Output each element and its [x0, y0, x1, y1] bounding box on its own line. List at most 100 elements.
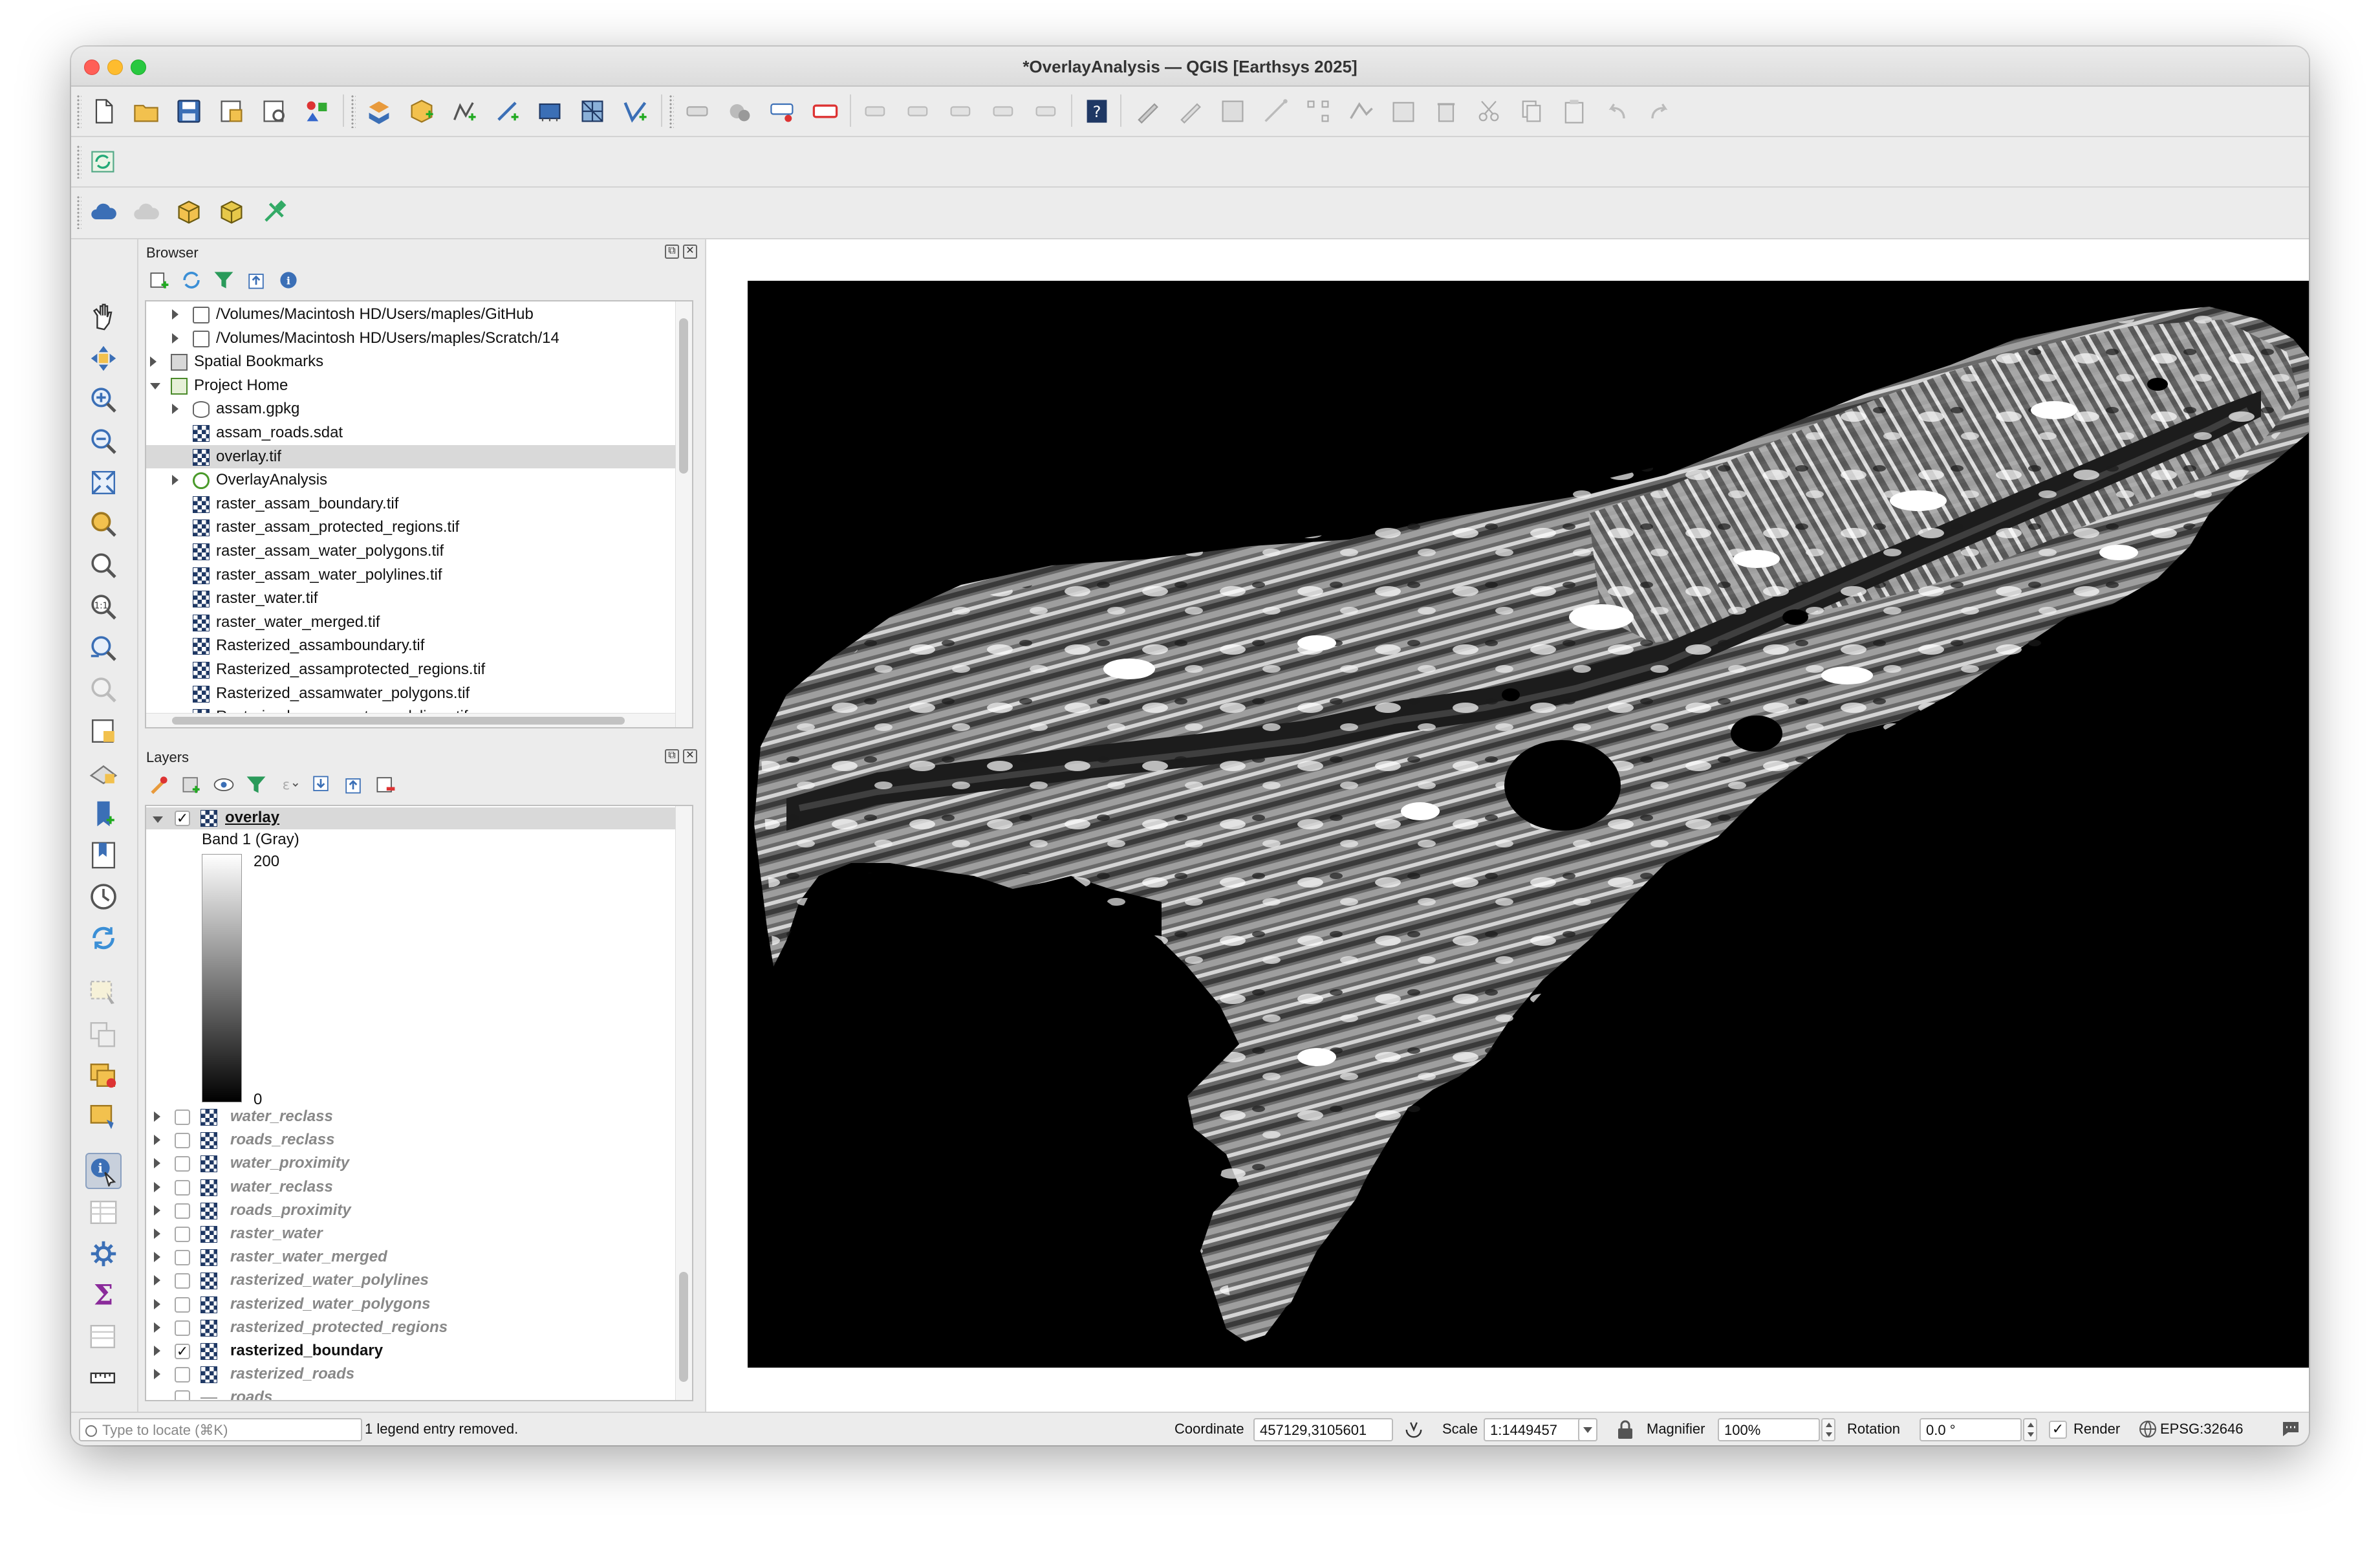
show-spatial-bookmarks-icon[interactable] — [85, 837, 122, 873]
crs-label[interactable]: EPSG:32646 — [2160, 1421, 2243, 1437]
coordinate-field[interactable]: 457129,3105601 — [1253, 1418, 1393, 1441]
browser-item[interactable]: raster_assam_protected_regions.tif — [146, 516, 675, 539]
vertex-tool-icon[interactable] — [1303, 96, 1334, 127]
label-show-hide-icon[interactable] — [903, 96, 934, 127]
open-attribute-table-icon[interactable] — [85, 1194, 122, 1230]
layer-visibility-checkbox[interactable] — [175, 1250, 190, 1266]
pan-hand-icon[interactable] — [85, 299, 122, 335]
float-panel-button[interactable]: ⧉ — [665, 749, 679, 763]
browser-item[interactable]: Project Home — [146, 374, 675, 397]
deselect-features-icon[interactable] — [85, 1057, 122, 1093]
digitize-style-icon[interactable] — [1132, 96, 1163, 127]
layer-row[interactable]: roads_proximity — [146, 1199, 675, 1222]
attribute-table-icon[interactable] — [85, 1318, 122, 1355]
layer-visibility-checkbox[interactable] — [175, 1203, 190, 1219]
diagram-move-icon[interactable] — [1031, 96, 1062, 127]
refresh-icon[interactable] — [85, 920, 122, 956]
browser-vertical-scrollbar[interactable] — [675, 301, 692, 727]
expand-arrow-icon[interactable] — [172, 475, 178, 486]
add-group-icon[interactable] — [177, 770, 206, 799]
layer-visibility-checkbox[interactable] — [175, 1273, 190, 1289]
layer-visibility-checkbox[interactable] — [175, 1296, 190, 1313]
browser-item[interactable]: Rasterized_assamwater_polygons.tif — [146, 682, 675, 705]
save-project-icon[interactable] — [173, 96, 204, 127]
measure-line-icon[interactable] — [85, 1360, 122, 1396]
browser-item[interactable]: raster_assam_water_polylines.tif — [146, 563, 675, 587]
layer-visibility-checkbox[interactable]: ✓ — [175, 1344, 190, 1359]
close-panel-button[interactable]: ✕ — [683, 749, 697, 763]
locator-search-input[interactable]: Type to locate (⌘K) — [79, 1418, 362, 1441]
zoom-in-icon[interactable] — [85, 382, 122, 418]
layer-row[interactable]: raster_water_merged — [146, 1245, 675, 1269]
add-vector-layer-icon[interactable] — [620, 96, 651, 127]
remove-layer-icon[interactable] — [371, 770, 400, 799]
browser-item[interactable]: OverlayAnalysis — [146, 468, 675, 492]
processing-tools-icon[interactable] — [259, 197, 290, 228]
layer-row[interactable]: roads — [146, 1386, 675, 1400]
new-mesh-layer-icon[interactable] — [577, 96, 608, 127]
layer-row[interactable]: rasterized_water_polylines — [146, 1269, 675, 1292]
expand-arrow-icon[interactable] — [154, 1135, 160, 1146]
collapse-arrow-icon[interactable] — [150, 382, 160, 389]
toolbar-grip[interactable] — [76, 195, 81, 229]
cloud-icon[interactable] — [88, 197, 119, 228]
layer-visibility-checkbox[interactable] — [175, 1109, 190, 1125]
scale-dropdown-chevron-down-icon[interactable] — [1578, 1418, 1597, 1441]
identify-features-icon[interactable]: i — [85, 1153, 122, 1189]
new-map-view-icon[interactable] — [85, 713, 122, 749]
layer-visibility-checkbox[interactable]: ✓ — [175, 811, 190, 826]
expand-arrow-icon[interactable] — [154, 1252, 160, 1263]
collapse-all-icon[interactable] — [339, 770, 367, 799]
temporal-controller-icon[interactable] — [85, 879, 122, 915]
expand-arrow-icon[interactable] — [154, 1229, 160, 1239]
browser-tree[interactable]: /Volumes/Macintosh HD/Users/maples/GitHu… — [145, 300, 693, 728]
browser-item[interactable]: /Volumes/Macintosh HD/Users/maples/GitHu… — [146, 303, 675, 326]
cut-features-icon[interactable] — [1473, 96, 1504, 127]
pin-labels-icon[interactable] — [724, 96, 755, 127]
render-checkbox[interactable]: ✓ — [2049, 1421, 2067, 1439]
select-by-value-icon[interactable] — [85, 1016, 122, 1052]
rotation-spinner[interactable] — [2023, 1418, 2037, 1441]
expand-arrow-icon[interactable] — [154, 1322, 160, 1333]
browser-item[interactable]: raster_water_merged.tif — [146, 611, 675, 634]
overlay-raster-map[interactable] — [748, 281, 2309, 1368]
layers-tree[interactable]: ✓ overlay Band 1 (Gray) 200 0 water_recl… — [145, 805, 693, 1401]
browser-item[interactable]: raster_water.tif — [146, 587, 675, 610]
expand-arrow-icon[interactable] — [154, 1298, 160, 1309]
layer-row[interactable]: rasterized_roads — [146, 1362, 675, 1386]
statistical-summary-icon[interactable]: Σ — [85, 1277, 122, 1313]
browser-item[interactable]: Spatial Bookmarks — [146, 350, 675, 373]
data-source-manager-icon[interactable] — [363, 96, 395, 127]
multi-edit-icon[interactable] — [1345, 96, 1376, 127]
expand-all-icon[interactable] — [307, 770, 335, 799]
help-contents-icon[interactable]: ? — [1081, 96, 1112, 127]
expand-arrow-icon[interactable] — [150, 356, 157, 367]
layer-overlay-row[interactable]: ✓ overlay — [146, 807, 675, 829]
layer-row[interactable]: roads_reclass — [146, 1128, 675, 1152]
zoom-out-icon[interactable] — [85, 423, 122, 459]
cloud-upload-icon[interactable] — [131, 197, 162, 228]
label-change-icon[interactable] — [988, 96, 1019, 127]
browser-item[interactable]: assam.gpkg — [146, 397, 675, 421]
annotation-tools-icon[interactable] — [85, 1098, 122, 1135]
layout-manager-icon[interactable] — [259, 96, 290, 127]
zoom-to-layer-icon[interactable] — [85, 547, 122, 584]
browser-item[interactable]: raster_assam_water_polygons.tif — [146, 540, 675, 563]
expand-arrow-icon[interactable] — [154, 1205, 160, 1216]
open-project-icon[interactable] — [131, 96, 162, 127]
new-spatial-bookmark-icon[interactable] — [85, 796, 122, 832]
toggle-extents-icon[interactable] — [1403, 1419, 1424, 1444]
toolbar-grip[interactable] — [76, 94, 81, 128]
lock-scale-icon[interactable] — [1616, 1419, 1635, 1444]
messages-icon[interactable] — [2280, 1419, 2301, 1443]
expand-arrow-icon[interactable] — [154, 1275, 160, 1286]
modify-attributes-icon[interactable] — [1388, 96, 1419, 127]
expand-arrow-icon[interactable] — [154, 1158, 160, 1169]
collapse-all-icon[interactable] — [242, 266, 270, 294]
rotation-field[interactable]: 0.0 ° — [1920, 1418, 2022, 1441]
browser-item[interactable]: assam_roads.sdat — [146, 421, 675, 444]
model-designer-icon[interactable] — [216, 197, 247, 228]
new-print-layout-icon[interactable] — [216, 96, 247, 127]
expand-arrow-icon[interactable] — [154, 1369, 160, 1380]
toolbar-grip[interactable] — [76, 145, 81, 179]
